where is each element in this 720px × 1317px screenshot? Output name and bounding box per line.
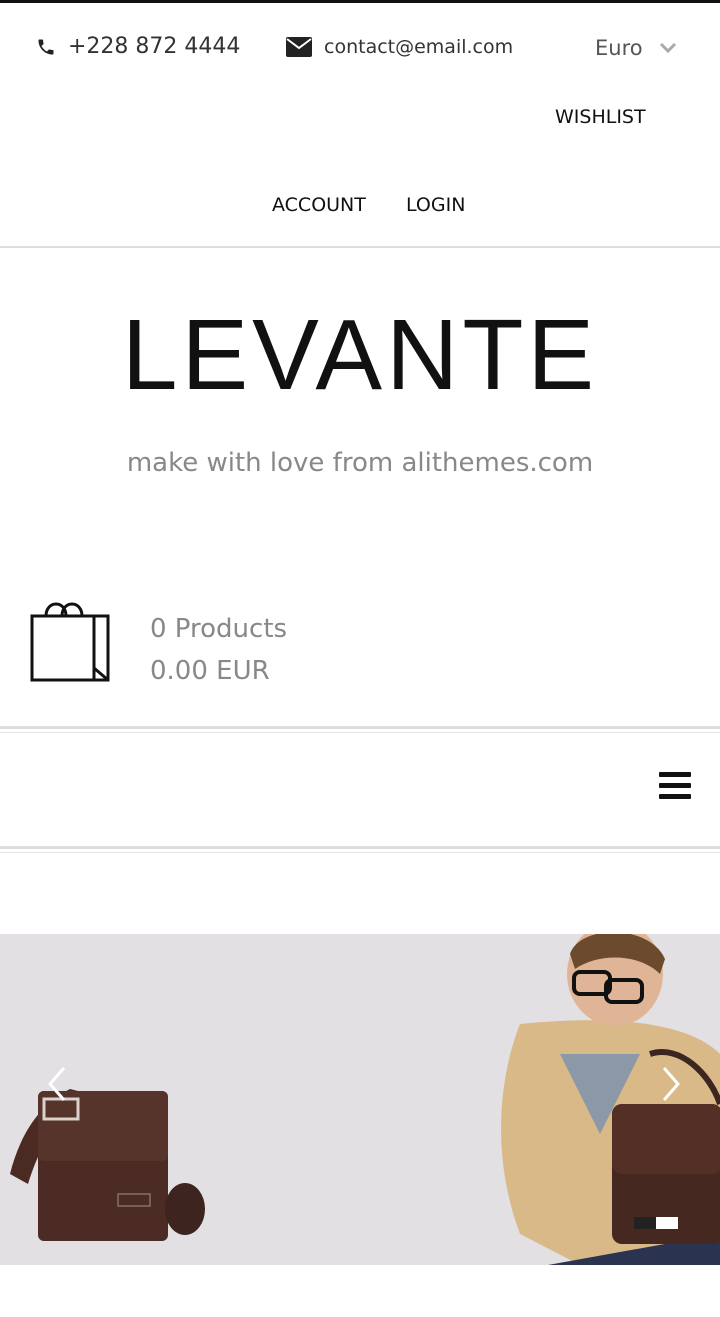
divider [0,246,720,248]
slider-next-icon[interactable] [656,1064,686,1104]
currency-selector[interactable]: Euro [595,36,677,60]
chevron-down-icon [659,42,676,54]
slider-prev-icon[interactable] [42,1064,72,1104]
slide-image [10,934,720,1265]
email-address: contact@email.com [324,36,514,58]
phone-contact[interactable]: +228 872 4444 [36,34,240,59]
site-logo[interactable]: LEVANTE [0,300,720,410]
slider-pagination[interactable] [634,1217,678,1229]
top-border [0,0,720,3]
site-tagline: make with love from alithemes.com [126,448,594,478]
cart-total[interactable]: 0.00 EUR [150,656,270,686]
menu-toggle-icon[interactable] [659,772,691,802]
cart-bag-icon[interactable] [30,598,112,688]
email-contact[interactable]: contact@email.com [286,36,513,58]
slider-dot-active[interactable] [656,1217,678,1229]
slider-dot[interactable] [634,1217,656,1229]
phone-icon [38,39,54,54]
account-link[interactable]: ACCOUNT [272,194,366,216]
envelope-icon [286,37,312,57]
currency-label: Euro [595,36,643,60]
wishlist-link[interactable]: WISHLIST [555,106,646,128]
login-link[interactable]: LOGIN [406,194,465,216]
divider [0,852,720,853]
divider [0,732,720,733]
divider [0,726,720,729]
cart-product-count[interactable]: 0 Products [150,614,287,644]
divider [0,846,720,849]
hero-slider[interactable] [0,934,720,1265]
phone-number: +228 872 4444 [68,34,241,59]
